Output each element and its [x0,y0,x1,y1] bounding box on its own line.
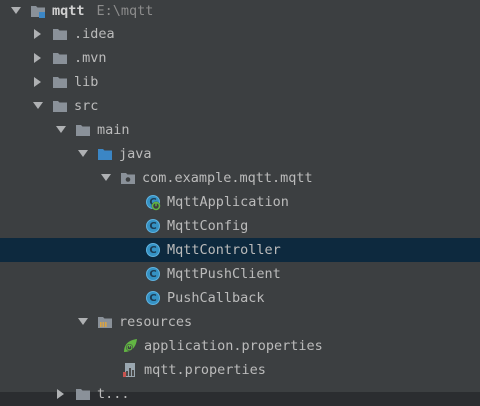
chevron-down-icon[interactable] [10,5,22,17]
chevron-down-icon[interactable] [55,124,67,136]
tree-node-class[interactable]: C MqttApplication [0,190,480,214]
chevron-right-icon[interactable] [32,76,44,88]
chevron-down-icon[interactable] [77,148,89,160]
tree-node-mqtt-root[interactable]: mqtt E:\mqtt [0,0,480,23]
class-label: MqttConfig [167,218,249,234]
source-folder-icon [97,146,113,162]
class-icon: C [145,290,161,306]
class-icon: C [145,242,161,258]
chevron-right-icon[interactable] [32,28,44,40]
folder-icon [52,26,68,42]
resources-folder-icon [97,314,113,330]
module-folder-icon [30,3,46,19]
tree-node-file[interactable]: application.properties [0,334,480,358]
main-label: main [97,122,130,138]
folder-icon [52,74,68,90]
chevron-down-icon[interactable] [32,100,44,112]
tree-node-resources[interactable]: resources [0,310,480,334]
folder-icon [52,50,68,66]
tree-node-file[interactable]: mqtt.properties [0,358,480,382]
package-icon [120,170,136,186]
tree-node-class-selected[interactable]: C MqttController [0,238,480,262]
file-label: application.properties [144,338,323,354]
properties-file-icon [122,362,138,378]
mvn-label: .mvn [74,50,107,66]
class-icon: C [145,218,161,234]
partial-label: t... [97,386,130,402]
class-label: MqttApplication [167,194,289,210]
package-label: com.example.mqtt.mqtt [142,170,313,186]
folder-icon [75,122,91,138]
tree-node-package[interactable]: com.example.mqtt.mqtt [0,166,480,190]
idea-label: .idea [74,26,115,42]
lib-label: lib [74,74,99,90]
resources-label: resources [119,314,193,330]
tree-node-src[interactable]: src [0,94,480,118]
root-label: mqtt [52,3,85,19]
spring-properties-icon [122,338,138,354]
folder-icon [52,98,68,114]
folder-icon [75,386,91,402]
tree-node-lib[interactable]: lib [0,70,480,94]
project-tree: mqtt E:\mqtt .idea .mvn lib src main jav… [0,0,480,402]
src-label: src [74,98,99,114]
chevron-right-icon[interactable] [32,52,44,64]
tree-node-class[interactable]: C MqttPushClient [0,262,480,286]
spring-boot-class-icon: C [145,194,161,211]
class-label: MqttController [167,242,281,258]
root-path: E:\mqtt [96,3,154,19]
tree-node-main[interactable]: main [0,118,480,142]
chevron-down-icon[interactable] [77,316,89,328]
tree-node-idea[interactable]: .idea [0,22,480,46]
chevron-right-icon[interactable] [55,388,67,400]
chevron-down-icon[interactable] [100,172,112,184]
java-label: java [119,146,152,162]
class-label: PushCallback [167,290,265,306]
file-label: mqtt.properties [144,362,266,378]
tree-node-class[interactable]: C MqttConfig [0,214,480,238]
tree-node-java[interactable]: java [0,142,480,166]
tree-node-partial[interactable]: t... [0,382,480,406]
tree-node-mvn[interactable]: .mvn [0,46,480,70]
class-icon: C [145,266,161,282]
class-label: MqttPushClient [167,266,281,282]
tree-node-class[interactable]: C PushCallback [0,286,480,310]
